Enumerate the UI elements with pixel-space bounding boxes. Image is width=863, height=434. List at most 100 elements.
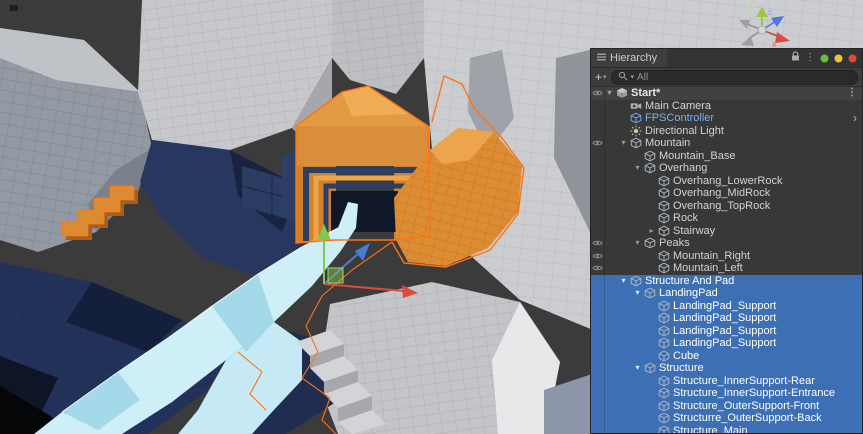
cube-icon [657, 325, 671, 337]
row-menu-button[interactable]: ⋮ [847, 88, 862, 98]
hierarchy-row[interactable]: Overhang_MidRock [591, 187, 862, 200]
cube-icon [629, 275, 643, 287]
cube-icon [657, 337, 671, 349]
hierarchy-row[interactable]: Rock [591, 212, 862, 225]
foldout-arrow[interactable]: ▸ [646, 227, 657, 235]
hierarchy-row[interactable]: Structure_Main [591, 425, 862, 434]
hierarchy-row[interactable]: FPSController › [591, 112, 862, 125]
hierarchy-row[interactable]: Mountain_Base [591, 150, 862, 163]
object-label: Rock [671, 212, 698, 224]
object-label: Structure_Main [671, 425, 748, 433]
foldout-arrow[interactable]: ▾ [618, 139, 629, 147]
object-label: Structurre_OuterSupport-Back [671, 412, 822, 424]
dot-green-icon [820, 54, 829, 63]
hierarchy-row[interactable]: Mountain_Right [591, 250, 862, 263]
cube-icon [643, 362, 657, 374]
foldout-arrow[interactable]: ▾ [632, 364, 643, 372]
cube-icon [657, 312, 671, 324]
search-icon [618, 71, 628, 84]
object-label: LandingPad_Support [671, 300, 776, 312]
hierarchy-row[interactable]: Main Camera [591, 100, 862, 113]
hierarchy-row[interactable]: Structure_InnerSupport-Entrance [591, 387, 862, 400]
hierarchy-row[interactable]: Structure_InnerSupport-Rear [591, 375, 862, 388]
axis-label-z: z [768, 7, 773, 17]
hierarchy-row[interactable]: ▾ Overhang [591, 162, 862, 175]
hierarchy-row[interactable]: LandingPad_Support [591, 337, 862, 350]
unity-editor: y z x Hierarchy ⋮ [0, 0, 863, 434]
object-label: Overhang_MidRock [671, 187, 770, 199]
scene-header-row[interactable]: ▾ Start* ⋮ [591, 87, 862, 100]
prefab-icon [629, 112, 643, 124]
hierarchy-row[interactable]: ▾Mountain [591, 137, 862, 150]
cube-icon [657, 412, 671, 424]
prefab-open-button[interactable]: › [853, 112, 862, 124]
foldout-arrow[interactable]: ▾ [618, 277, 629, 285]
foldout-arrow[interactable]: ▾ [632, 164, 643, 172]
object-label: Main Camera [643, 100, 711, 112]
foldout-arrow[interactable]: ▾ [604, 89, 615, 97]
visibility-toggle-icon[interactable] [591, 252, 604, 260]
tab-hierarchy[interactable]: Hierarchy [591, 49, 667, 67]
hierarchy-row[interactable]: Cube [591, 350, 862, 363]
object-label: LandingPad_Support [671, 312, 776, 324]
object-label: LandingPad_Support [671, 325, 776, 337]
cube-icon [657, 212, 671, 224]
hierarchy-row[interactable]: LandingPad_Support [591, 325, 862, 338]
hierarchy-row[interactable]: Directional Light [591, 125, 862, 138]
search-field[interactable]: ▾ All [611, 70, 858, 85]
visibility-toggle-icon[interactable] [591, 89, 604, 97]
hierarchy-row[interactable]: Structure_OuterSupport-Front [591, 400, 862, 413]
object-label: Structure_OuterSupport-Front [671, 400, 819, 412]
hierarchy-rows: ▾ Start* ⋮ Main CameraFPSController › Directi… [591, 87, 862, 433]
create-button[interactable]: + ▾ [595, 71, 607, 83]
object-label: LandingPad [657, 287, 718, 299]
create-button-label: + [595, 71, 602, 83]
object-label: Overhang_LowerRock [671, 175, 782, 187]
cube-icon [657, 262, 671, 274]
hierarchy-row[interactable]: Overhang_LowerRock [591, 175, 862, 188]
hierarchy-row[interactable]: Structurre_OuterSupport-Back [591, 412, 862, 425]
light-icon [629, 125, 643, 137]
hierarchy-row[interactable]: ▾Peaks [591, 237, 862, 250]
cube-icon [657, 400, 671, 412]
visibility-toggle-icon[interactable] [591, 139, 604, 147]
camera-icon [629, 100, 643, 112]
foldout-arrow[interactable]: ▾ [632, 239, 643, 247]
cube-icon [657, 225, 671, 237]
visibility-toggle-icon[interactable] [591, 239, 604, 247]
object-label: Overhang [657, 162, 707, 174]
cube-icon [643, 162, 657, 174]
tab-menu-kebab[interactable]: ⋮ [805, 53, 815, 63]
object-label: Cube [671, 350, 699, 362]
hierarchy-row[interactable]: ▾ Structure And Pad [591, 275, 862, 288]
object-label: Start* [629, 87, 660, 99]
hierarchy-row[interactable]: ▾ LandingPad [591, 287, 862, 300]
hierarchy-tabbar: Hierarchy ⋮ [591, 49, 862, 68]
lock-icon[interactable] [791, 51, 800, 65]
hierarchy-row[interactable]: ▾Structure [591, 362, 862, 375]
panel-list-icon [597, 52, 606, 64]
object-label: LandingPad_Support [671, 337, 776, 349]
hierarchy-toolbar: + ▾ ▾ All [591, 68, 862, 87]
cube-icon [643, 237, 657, 249]
object-label: FPSController [643, 112, 714, 124]
visibility-toggle-icon[interactable] [591, 264, 604, 272]
object-label: Structure And Pad [643, 275, 734, 287]
object-label: Mountain_Base [657, 150, 735, 162]
hierarchy-row[interactable]: ▸ Stairway [591, 225, 862, 238]
search-filter-caret-icon: ▾ [631, 74, 635, 81]
cube-icon [657, 250, 671, 262]
dot-yellow-icon [834, 54, 843, 63]
hierarchy-row[interactable]: Mountain_Left [591, 262, 862, 275]
search-placeholder: All [637, 72, 648, 83]
cube-icon [657, 175, 671, 187]
cube-icon [657, 387, 671, 399]
axis-label-y: y [749, 3, 754, 13]
hierarchy-row[interactable]: LandingPad_Support [591, 312, 862, 325]
hierarchy-row[interactable]: Overhang_TopRock [591, 200, 862, 213]
object-label: Directional Light [643, 125, 724, 137]
foldout-arrow[interactable]: ▾ [632, 289, 643, 297]
hierarchy-row[interactable]: LandingPad_Support [591, 300, 862, 313]
cube-icon [657, 200, 671, 212]
object-label: Stairway [671, 225, 715, 237]
